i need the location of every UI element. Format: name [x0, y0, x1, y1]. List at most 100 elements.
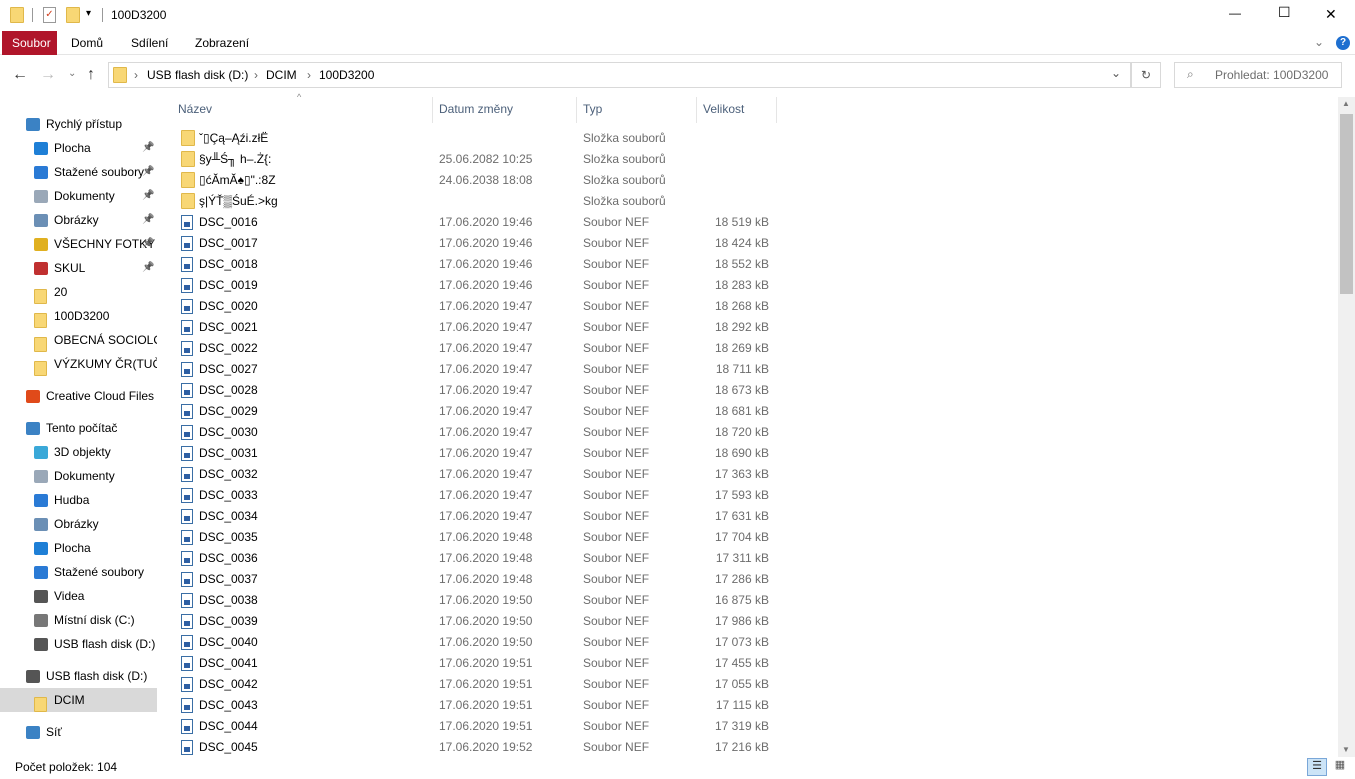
sidebar-item[interactable]: Creative Cloud Files: [0, 384, 157, 408]
customize-toolbar-icon[interactable]: ▾: [86, 8, 91, 19]
properties-icon[interactable]: ✓: [43, 7, 56, 23]
address-dropdown-icon[interactable]: ⌄: [1111, 66, 1121, 80]
file-row[interactable]: DSC_0033 17.06.2020 19:47 Soubor NEF 17 593…: [172, 485, 777, 506]
sidebar-item[interactable]: USB flash disk (D:): [0, 632, 157, 656]
column-divider[interactable]: [776, 97, 777, 123]
column-header-date[interactable]: Datum změny: [439, 97, 513, 121]
sidebar-item-label: USB flash disk (D:): [54, 637, 156, 651]
file-row[interactable]: DSC_0031 17.06.2020 19:47 Soubor NEF 18 690…: [172, 443, 777, 464]
tab-domu[interactable]: Domů: [61, 31, 113, 55]
column-header-name[interactable]: Název: [178, 97, 212, 121]
sidebar-item-label: Stažené soubory: [54, 565, 145, 579]
close-button[interactable]: ✕: [1325, 6, 1337, 23]
nef-file-icon: [181, 488, 193, 503]
scroll-up-arrow[interactable]: ▲: [1342, 99, 1350, 108]
file-row[interactable]: DSC_0019 17.06.2020 19:46 Soubor NEF 18 283…: [172, 275, 777, 296]
file-type: Soubor NEF: [583, 719, 650, 733]
breadcrumb-dcim[interactable]: DCIM: [266, 68, 297, 82]
sidebar-item[interactable]: 20: [0, 280, 157, 304]
column-divider[interactable]: [576, 97, 577, 123]
sidebar-item[interactable]: SKUL 📌: [0, 256, 157, 280]
back-button[interactable]: ←: [12, 66, 28, 84]
file-row[interactable]: DSC_0016 17.06.2020 19:46 Soubor NEF 18 519…: [172, 212, 777, 233]
sidebar-item[interactable]: VŠECHNY FOTKY 📌: [0, 232, 157, 256]
tab-soubor[interactable]: Soubor: [2, 31, 57, 55]
file-name: ˇ▯Çą–Ąźi.złË: [199, 131, 269, 145]
file-row[interactable]: DSC_0022 17.06.2020 19:47 Soubor NEF 18 269…: [172, 338, 777, 359]
new-folder-icon[interactable]: [66, 7, 80, 23]
file-row[interactable]: DSC_0027 17.06.2020 19:47 Soubor NEF 18 711…: [172, 359, 777, 380]
scrollbar-thumb[interactable]: [1340, 114, 1353, 294]
breadcrumb-usb[interactable]: USB flash disk (D:): [147, 68, 248, 82]
folder-row[interactable]: ˇ▯Çą–Ąźi.złË Složka souborů: [172, 128, 777, 149]
sidebar-item[interactable]: USB flash disk (D:): [0, 664, 157, 688]
up-button[interactable]: ↑: [87, 66, 95, 84]
sidebar-item[interactable]: Plocha: [0, 536, 157, 560]
column-header-type[interactable]: Typ: [583, 97, 602, 121]
sidebar-item[interactable]: Síť: [0, 720, 157, 744]
vertical-scrollbar[interactable]: ▲ ▼: [1338, 97, 1355, 757]
large-icons-view-button[interactable]: ▦: [1331, 758, 1349, 776]
folder-row[interactable]: ▯ćĂmĂ♠▯".:8Z 24.06.2038 18:08 Složka soubo…: [172, 170, 777, 191]
help-icon[interactable]: ?: [1336, 36, 1350, 50]
folder-row[interactable]: §y╨Ś╖ h–.Ż{: 25.06.2082 10:25 Složka soubo…: [172, 149, 777, 170]
file-row[interactable]: DSC_0041 17.06.2020 19:51 Soubor NEF 17 455…: [172, 653, 777, 674]
file-row[interactable]: DSC_0032 17.06.2020 19:47 Soubor NEF 17 363…: [172, 464, 777, 485]
sidebar-item[interactable]: Místní disk (C:): [0, 608, 157, 632]
sidebar-item[interactable]: Rychlý přístup: [0, 112, 157, 136]
column-divider[interactable]: [696, 97, 697, 123]
file-row[interactable]: DSC_0028 17.06.2020 19:47 Soubor NEF 18 673…: [172, 380, 777, 401]
file-row[interactable]: DSC_0017 17.06.2020 19:46 Soubor NEF 18 424…: [172, 233, 777, 254]
file-row[interactable]: DSC_0020 17.06.2020 19:47 Soubor NEF 18 268…: [172, 296, 777, 317]
address-bar[interactable]: › USB flash disk (D:) › DCIM › 100D3200 …: [108, 62, 1131, 88]
column-divider[interactable]: [432, 97, 433, 123]
file-row[interactable]: DSC_0045 17.06.2020 19:52 Soubor NEF 17 216…: [172, 737, 777, 758]
sidebar-item[interactable]: Plocha 📌: [0, 136, 157, 160]
file-row[interactable]: DSC_0044 17.06.2020 19:51 Soubor NEF 17 319…: [172, 716, 777, 737]
file-row[interactable]: DSC_0018 17.06.2020 19:46 Soubor NEF 18 552…: [172, 254, 777, 275]
maximize-button[interactable]: ☐: [1278, 4, 1291, 21]
sidebar-item[interactable]: OBECNÁ SOCIOLOGIE: [0, 328, 157, 352]
file-size: 16 875 kB: [714, 593, 769, 607]
breadcrumb-100d3200[interactable]: 100D3200: [319, 68, 374, 82]
file-row[interactable]: DSC_0029 17.06.2020 19:47 Soubor NEF 18 681…: [172, 401, 777, 422]
file-row[interactable]: DSC_0021 17.06.2020 19:47 Soubor NEF 18 292…: [172, 317, 777, 338]
file-row[interactable]: DSC_0040 17.06.2020 19:50 Soubor NEF 17 073…: [172, 632, 777, 653]
expand-ribbon-icon[interactable]: ⌄: [1314, 35, 1324, 49]
refresh-button[interactable]: ↻: [1131, 62, 1161, 88]
sidebar-item[interactable]: Obrázky: [0, 512, 157, 536]
recent-locations-icon[interactable]: ⌄: [68, 68, 76, 79]
sidebar-item[interactable]: DCIM: [0, 688, 157, 712]
file-row[interactable]: DSC_0034 17.06.2020 19:47 Soubor NEF 17 631…: [172, 506, 777, 527]
sidebar-item[interactable]: 3D objekty: [0, 440, 157, 464]
file-row[interactable]: DSC_0030 17.06.2020 19:47 Soubor NEF 18 720…: [172, 422, 777, 443]
details-view-button[interactable]: ☰: [1307, 758, 1327, 776]
forward-button[interactable]: →: [40, 66, 56, 84]
minimize-button[interactable]: —: [1229, 6, 1241, 20]
folder-icon: [34, 332, 50, 352]
sidebar-item[interactable]: 100D3200: [0, 304, 157, 328]
sidebar-item[interactable]: Dokumenty: [0, 464, 157, 488]
file-row[interactable]: DSC_0042 17.06.2020 19:51 Soubor NEF 17 055…: [172, 674, 777, 695]
folder-row[interactable]: ş|ÝŤ▒ŚuÉ.>kg Složka souborů: [172, 191, 777, 212]
column-header-size[interactable]: Velikost: [703, 97, 744, 121]
sidebar-item-label: Místní disk (C:): [54, 613, 135, 627]
file-row[interactable]: DSC_0038 17.06.2020 19:50 Soubor NEF 16 875…: [172, 590, 777, 611]
sidebar-item[interactable]: Stažené soubory 📌: [0, 160, 157, 184]
sidebar-item[interactable]: Videa: [0, 584, 157, 608]
sidebar-item[interactable]: Tento počítač: [0, 416, 157, 440]
file-row[interactable]: DSC_0035 17.06.2020 19:48 Soubor NEF 17 704…: [172, 527, 777, 548]
sidebar-item[interactable]: VÝZKUMY ČR(TUČEK): [0, 352, 157, 376]
sidebar-item[interactable]: Dokumenty 📌: [0, 184, 157, 208]
scroll-down-arrow[interactable]: ▼: [1342, 745, 1350, 754]
search-input[interactable]: ⌕ Prohledat: 100D3200: [1174, 62, 1342, 88]
file-row[interactable]: DSC_0036 17.06.2020 19:48 Soubor NEF 17 311…: [172, 548, 777, 569]
file-row[interactable]: DSC_0043 17.06.2020 19:51 Soubor NEF 17 115…: [172, 695, 777, 716]
sidebar-item[interactable]: Stažené soubory: [0, 560, 157, 584]
sidebar-item[interactable]: Obrázky 📌: [0, 208, 157, 232]
tab-sdileni[interactable]: Sdílení: [121, 31, 178, 55]
file-row[interactable]: DSC_0039 17.06.2020 19:50 Soubor NEF 17 986…: [172, 611, 777, 632]
sidebar-item[interactable]: Hudba: [0, 488, 157, 512]
tab-zobrazeni[interactable]: Zobrazení: [185, 31, 259, 55]
file-row[interactable]: DSC_0037 17.06.2020 19:48 Soubor NEF 17 286…: [172, 569, 777, 590]
